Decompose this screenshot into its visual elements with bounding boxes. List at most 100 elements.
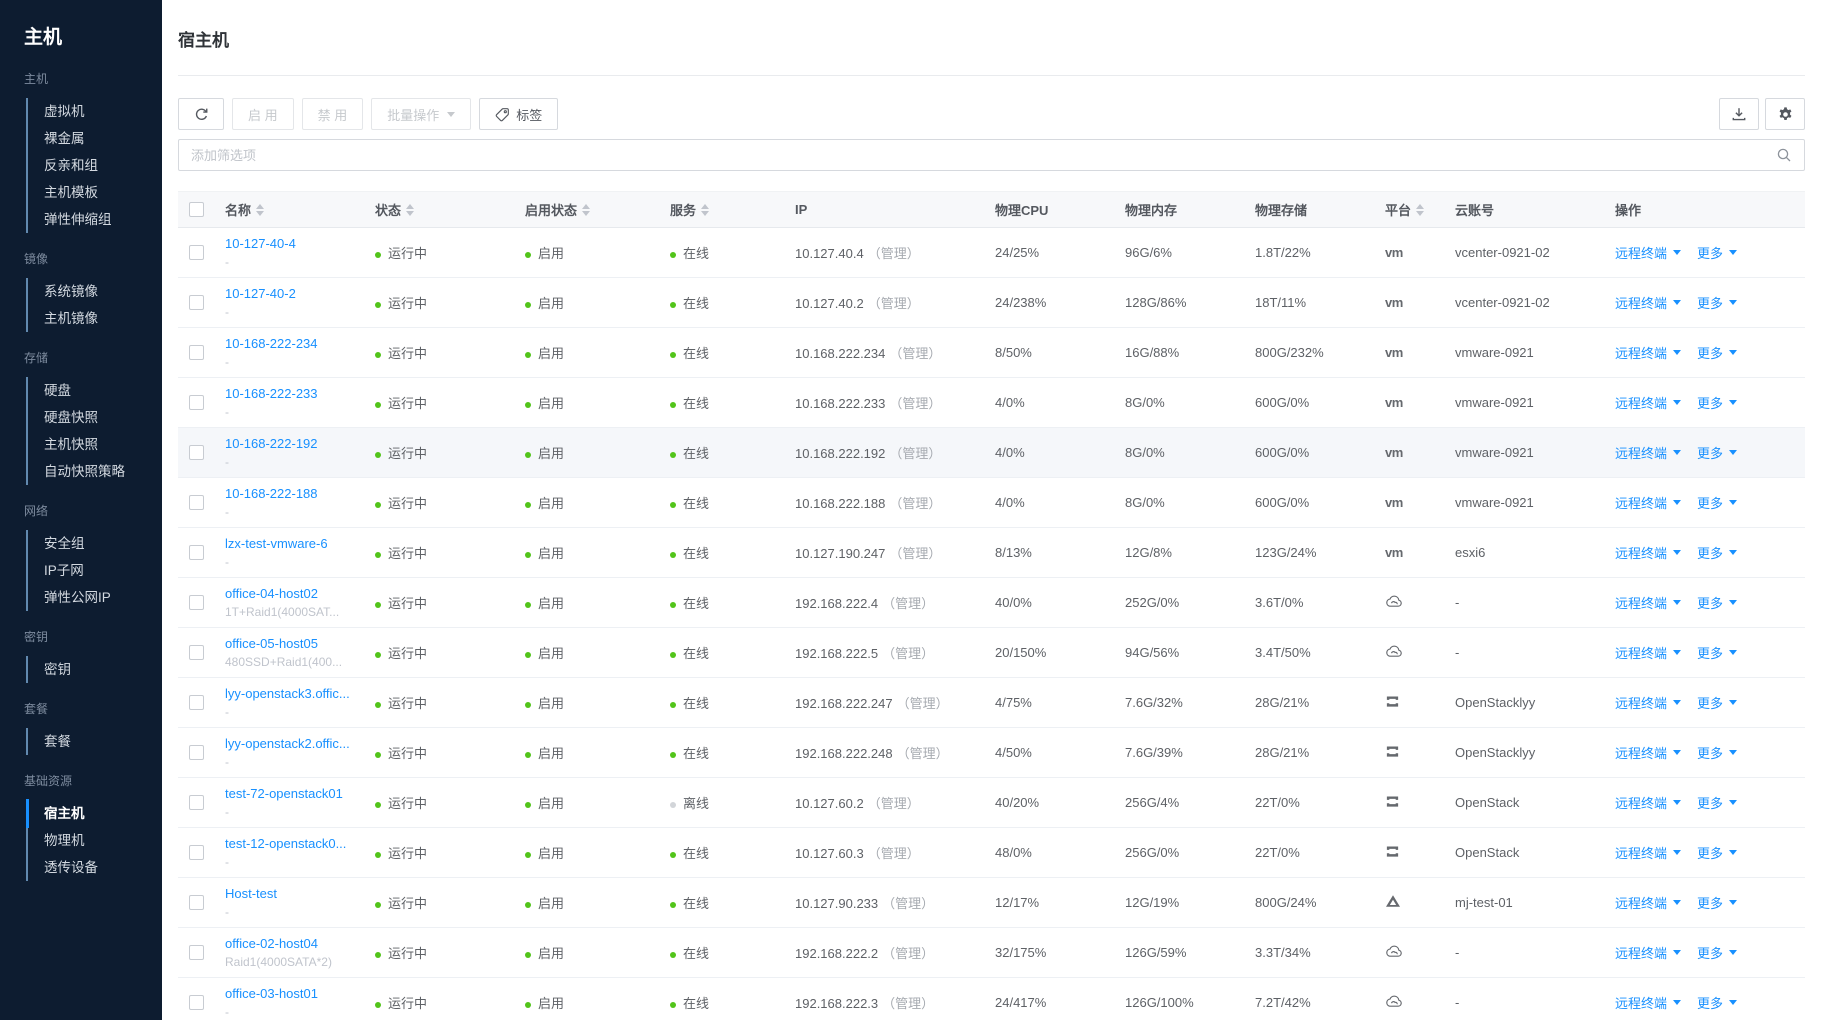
settings-button[interactable] <box>1765 98 1805 130</box>
more-link[interactable]: 更多 <box>1697 793 1738 812</box>
remote-terminal-link[interactable]: 远程终端 <box>1615 993 1682 1012</box>
more-link[interactable]: 更多 <box>1697 993 1738 1012</box>
row-checkbox[interactable] <box>189 945 204 960</box>
row-checkbox[interactable] <box>189 545 204 560</box>
sidebar-item[interactable]: 弹性公网IP <box>28 584 162 611</box>
more-link[interactable]: 更多 <box>1697 943 1738 962</box>
sidebar-item[interactable]: 系统镜像 <box>28 278 162 305</box>
host-name-link[interactable]: office-05-host05 <box>225 635 365 652</box>
host-name-link[interactable]: test-72-openstack01 <box>225 785 365 802</box>
more-link[interactable]: 更多 <box>1697 843 1738 862</box>
sidebar-item[interactable]: 虚拟机 <box>28 98 162 125</box>
remote-terminal-link[interactable]: 远程终端 <box>1615 443 1682 462</box>
row-checkbox[interactable] <box>189 895 204 910</box>
remote-terminal-link[interactable]: 远程终端 <box>1615 743 1682 762</box>
row-checkbox[interactable] <box>189 495 204 510</box>
more-link[interactable]: 更多 <box>1697 443 1738 462</box>
host-name-link[interactable]: Host-test <box>225 885 365 902</box>
sidebar-item[interactable]: 硬盘 <box>28 377 162 404</box>
sidebar-item[interactable]: 主机镜像 <box>28 305 162 332</box>
sidebar-item[interactable]: 宿主机 <box>26 799 162 828</box>
host-name-link[interactable]: 10-168-222-188 <box>225 485 365 502</box>
sort-icon[interactable] <box>701 203 710 216</box>
sidebar-item[interactable]: 自动快照策略 <box>28 458 162 485</box>
disable-button[interactable]: 禁 用 <box>301 98 364 130</box>
sort-icon[interactable] <box>582 203 591 216</box>
sidebar-item[interactable]: 裸金属 <box>28 125 162 152</box>
row-checkbox[interactable] <box>189 345 204 360</box>
sidebar-item[interactable]: 弹性伸缩组 <box>28 206 162 233</box>
remote-terminal-link[interactable]: 远程终端 <box>1615 643 1682 662</box>
remote-terminal-link[interactable]: 远程终端 <box>1615 343 1682 362</box>
row-checkbox[interactable] <box>189 995 204 1010</box>
row-checkbox[interactable] <box>189 595 204 610</box>
host-name-link[interactable]: office-03-host01 <box>225 985 365 1002</box>
more-link[interactable]: 更多 <box>1697 293 1738 312</box>
row-checkbox[interactable] <box>189 845 204 860</box>
row-checkbox[interactable] <box>189 295 204 310</box>
remote-terminal-link[interactable]: 远程终端 <box>1615 893 1682 912</box>
remote-terminal-link[interactable]: 远程终端 <box>1615 943 1682 962</box>
sidebar-item[interactable]: 反亲和组 <box>28 152 162 179</box>
export-button[interactable] <box>1719 98 1759 130</box>
enable-button[interactable]: 启 用 <box>232 98 294 130</box>
select-all-checkbox[interactable] <box>189 202 204 217</box>
sidebar-item[interactable]: 透传设备 <box>28 854 162 881</box>
more-link[interactable]: 更多 <box>1697 643 1738 662</box>
remote-terminal-link[interactable]: 远程终端 <box>1615 243 1682 262</box>
remote-terminal-link[interactable]: 远程终端 <box>1615 593 1682 612</box>
host-name-link[interactable]: 10-168-222-233 <box>225 385 365 402</box>
remote-terminal-link[interactable]: 远程终端 <box>1615 293 1682 312</box>
row-checkbox[interactable] <box>189 645 204 660</box>
column-header-status[interactable]: 状态 <box>365 200 515 219</box>
host-name-link[interactable]: 10-168-222-192 <box>225 435 365 452</box>
row-checkbox[interactable] <box>189 795 204 810</box>
host-name-link[interactable]: lyy-openstack2.offic... <box>225 735 365 752</box>
more-link[interactable]: 更多 <box>1697 543 1738 562</box>
remote-terminal-link[interactable]: 远程终端 <box>1615 393 1682 412</box>
sidebar-item[interactable]: 安全组 <box>28 530 162 557</box>
host-name-link[interactable]: lyy-openstack3.offic... <box>225 685 365 702</box>
row-checkbox[interactable] <box>189 695 204 710</box>
more-link[interactable]: 更多 <box>1697 693 1738 712</box>
sort-icon[interactable] <box>406 203 415 216</box>
tag-button[interactable]: 标签 <box>479 98 559 130</box>
more-link[interactable]: 更多 <box>1697 743 1738 762</box>
column-header-enabled[interactable]: 启用状态 <box>515 200 660 219</box>
sort-icon[interactable] <box>256 203 265 216</box>
row-checkbox[interactable] <box>189 395 204 410</box>
sidebar-item[interactable]: 物理机 <box>28 827 162 854</box>
sidebar-item[interactable]: IP子网 <box>28 557 162 584</box>
host-name-link[interactable]: office-02-host04 <box>225 935 365 952</box>
more-link[interactable]: 更多 <box>1697 343 1738 362</box>
more-link[interactable]: 更多 <box>1697 893 1738 912</box>
row-checkbox[interactable] <box>189 245 204 260</box>
sidebar-item[interactable]: 套餐 <box>28 728 162 755</box>
host-name-link[interactable]: 10-127-40-2 <box>225 285 365 302</box>
column-header-service[interactable]: 服务 <box>660 200 785 219</box>
sidebar-item[interactable]: 主机快照 <box>28 431 162 458</box>
sidebar-item[interactable]: 密钥 <box>28 656 162 683</box>
column-header-platform[interactable]: 平台 <box>1375 200 1445 219</box>
more-link[interactable]: 更多 <box>1697 593 1738 612</box>
host-name-link[interactable]: test-12-openstack0... <box>225 835 365 852</box>
remote-terminal-link[interactable]: 远程终端 <box>1615 693 1682 712</box>
host-name-link[interactable]: 10-168-222-234 <box>225 335 365 352</box>
more-link[interactable]: 更多 <box>1697 393 1738 412</box>
more-link[interactable]: 更多 <box>1697 493 1738 512</box>
row-checkbox[interactable] <box>189 745 204 760</box>
search-icon[interactable] <box>1776 147 1792 163</box>
remote-terminal-link[interactable]: 远程终端 <box>1615 843 1682 862</box>
sidebar-item[interactable]: 硬盘快照 <box>28 404 162 431</box>
row-checkbox[interactable] <box>189 445 204 460</box>
host-name-link[interactable]: lzx-test-vmware-6 <box>225 535 365 552</box>
sort-icon[interactable] <box>1416 203 1425 216</box>
more-link[interactable]: 更多 <box>1697 243 1738 262</box>
sidebar-item[interactable]: 主机模板 <box>28 179 162 206</box>
column-header-name[interactable]: 名称 <box>215 200 365 219</box>
remote-terminal-link[interactable]: 远程终端 <box>1615 793 1682 812</box>
refresh-button[interactable] <box>178 98 224 130</box>
remote-terminal-link[interactable]: 远程终端 <box>1615 543 1682 562</box>
batch-actions-button[interactable]: 批量操作 <box>371 98 472 130</box>
host-name-link[interactable]: 10-127-40-4 <box>225 235 365 252</box>
